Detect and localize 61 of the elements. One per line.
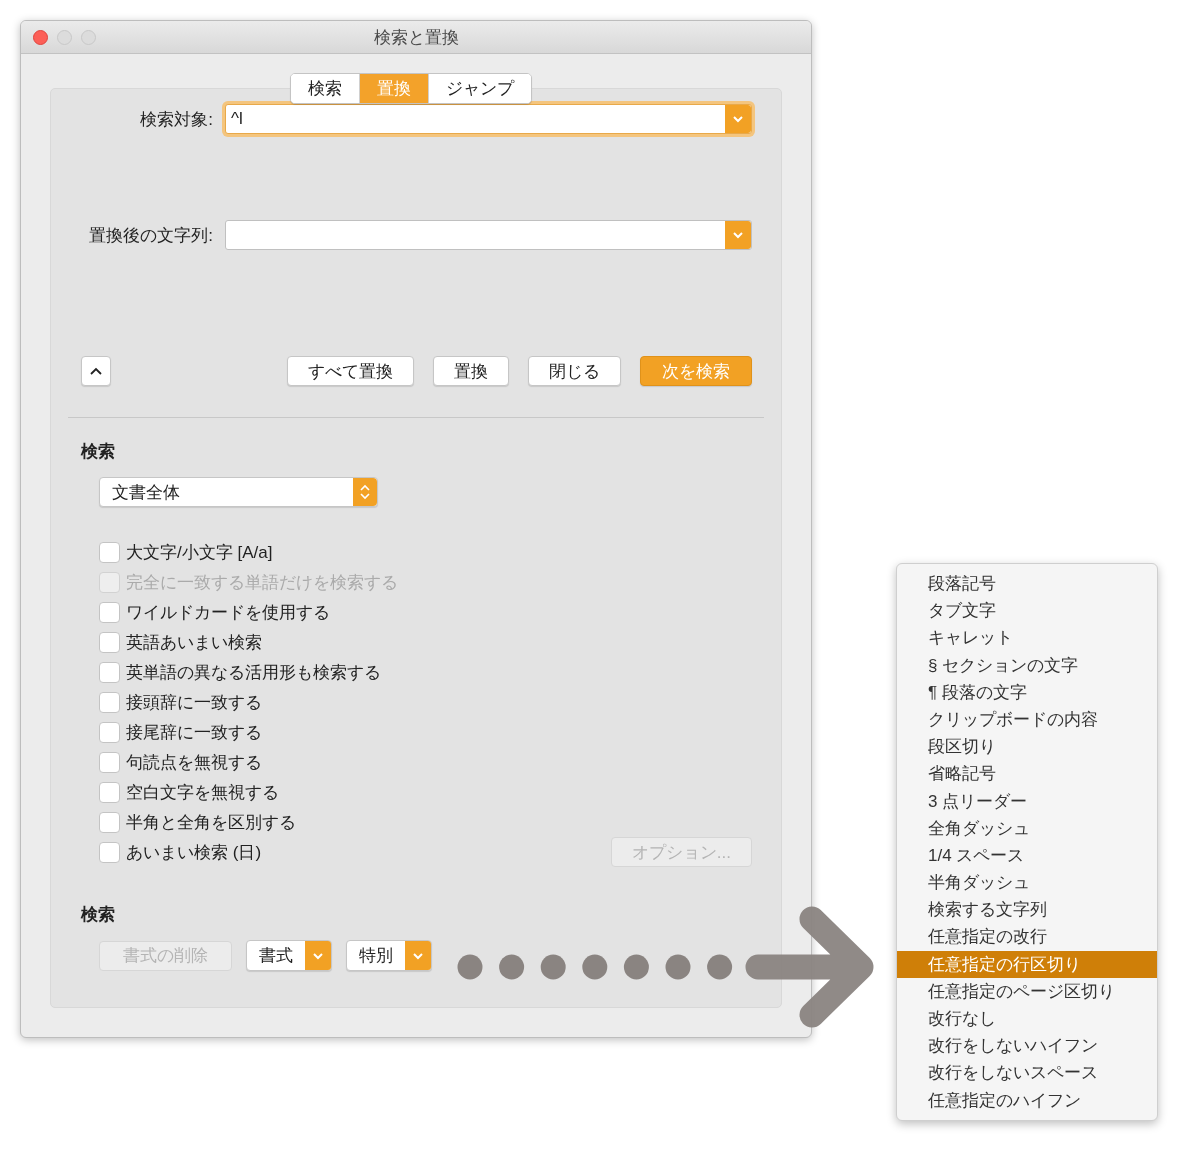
checkbox-label: 大文字/小文字 [A/a] [126,541,273,564]
menu-item[interactable]: § セクションの文字 [897,651,1157,679]
section-heading: 検索 [81,904,116,926]
menu-item[interactable]: 改行なし [897,1005,1157,1033]
close-button[interactable] [33,29,48,45]
checkbox[interactable] [99,721,120,743]
menu-item[interactable]: クリップボードの内容 [897,705,1157,734]
menu-item[interactable]: 改行をしないスペース [897,1059,1157,1087]
combo-field[interactable] [225,220,752,250]
section-heading: 検索 [81,441,116,463]
checkbox[interactable] [99,631,120,653]
menu-item[interactable]: 任意指定のページ区切り [897,977,1157,1005]
checkbox-label: ワイルドカードを使用する [126,601,330,624]
collapse-button[interactable] [81,356,111,386]
updown-chevron-icon [359,483,371,501]
checkbox[interactable] [99,841,120,863]
menu-item[interactable]: ¶ 段落の文字 [897,678,1157,706]
checkbox-label: 句読点を無視する [126,751,262,774]
menu-item[interactable]: 3 点リーダー [897,787,1157,815]
menu-item[interactable]: 検索する文字列 [897,896,1157,924]
menu-item[interactable]: 半角ダッシュ [897,869,1157,897]
chevron-up-icon [90,367,102,375]
menu-button[interactable]: 書式 [246,940,332,971]
checkbox-label: 完全に一致する単語だけを検索する [126,571,398,594]
menu-item[interactable]: 全角ダッシュ [897,814,1157,842]
checkbox[interactable] [99,601,120,623]
checkbox-label: 接尾辞に一致する [126,721,262,744]
checkbox[interactable] [99,541,120,563]
tab[interactable]: ジャンプ [429,74,531,103]
field-label: 検索対象: [139,108,214,131]
menu-button[interactable]: 特別 [346,940,432,971]
checkbox[interactable] [99,691,120,713]
checkbox-label: 英語あいまい検索 [126,631,262,654]
checkbox-label: 英単語の異なる活用形も検索する [126,661,381,684]
window-title: 検索と置換 [373,26,459,49]
menu-item[interactable]: タブ文字 [897,597,1157,625]
menu-item[interactable]: 1/4 スペース [897,841,1157,870]
scope-popup[interactable]: 文書全体 [99,477,378,507]
menu-item[interactable]: 段区切り [897,733,1157,761]
menu-item[interactable]: キャレット [897,624,1157,652]
checkbox-label: 空白文字を無視する [126,781,279,804]
menu-item[interactable]: 改行をしないハイフン [897,1032,1157,1060]
checkbox[interactable] [99,781,120,803]
menu-item[interactable]: 段落記号 [897,570,1157,598]
minimize-button[interactable] [57,29,72,45]
field-label: 置換後の文字列: [88,224,214,247]
checkbox-label: 接頭辞に一致する [126,691,262,714]
combo-field[interactable]: ^l [225,104,752,134]
zoom-button[interactable] [81,29,96,45]
tab[interactable]: 検索 [291,74,360,103]
checkbox[interactable] [99,661,120,683]
action-button[interactable]: 置換 [433,356,509,386]
checkbox[interactable] [99,811,120,833]
action-button[interactable]: 閉じる [528,356,621,386]
action-button[interactable]: すべて置換 [287,356,414,386]
checkbox[interactable] [99,751,120,773]
checkbox-label: あいまい検索 (日) [126,841,262,864]
menu-item[interactable]: 省略記号 [897,760,1157,788]
menu-item[interactable]: 任意指定の改行 [897,923,1157,951]
checkbox-label: 半角と全角を区別する [126,811,296,834]
menu-item[interactable]: 任意指定のハイフン [897,1086,1157,1114]
